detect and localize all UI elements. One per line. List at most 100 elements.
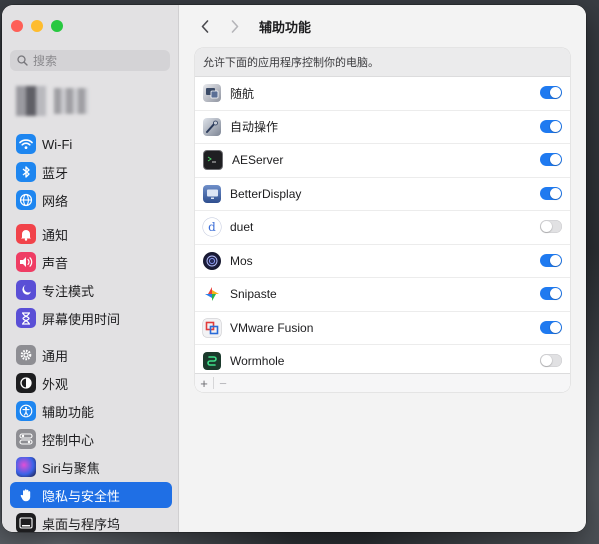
app-row-duet: d duet bbox=[195, 211, 570, 245]
duet-icon: d bbox=[203, 218, 221, 237]
sidebar-item-label: 通知 bbox=[42, 227, 69, 243]
mos-icon bbox=[203, 251, 221, 270]
app-row-mos: Mos bbox=[195, 245, 570, 278]
search-input[interactable]: 搜索 bbox=[10, 50, 170, 71]
sidebar-item-label: 蓝牙 bbox=[42, 165, 69, 181]
sidebar-item-label: 辅助功能 bbox=[42, 404, 95, 420]
app-name: BetterDisplay bbox=[230, 186, 302, 201]
forward-button[interactable] bbox=[225, 16, 245, 36]
app-toggle[interactable] bbox=[540, 220, 562, 233]
app-row-sidecar: 随航 bbox=[195, 77, 570, 111]
app-row-automator: 自动操作 bbox=[195, 111, 570, 144]
sidebar-item-label: 控制中心 bbox=[42, 432, 95, 448]
search-icon bbox=[17, 55, 28, 66]
app-name: 自动操作 bbox=[230, 120, 279, 135]
sidebar-item-privacy-security[interactable]: 隐私与安全性 bbox=[10, 482, 172, 508]
minimize-button[interactable] bbox=[31, 20, 43, 32]
app-toggle[interactable] bbox=[540, 253, 562, 267]
accessibility-icon bbox=[16, 401, 36, 421]
search-placeholder: 搜索 bbox=[33, 54, 58, 68]
app-name: duet bbox=[230, 220, 254, 235]
app-row-vmware: VMware Fusion bbox=[195, 312, 570, 345]
wifi-icon bbox=[16, 134, 36, 154]
app-toggle[interactable] bbox=[540, 354, 562, 367]
bluetooth-icon bbox=[16, 162, 36, 182]
appearance-icon bbox=[16, 373, 36, 393]
moon-icon bbox=[16, 280, 36, 300]
sidebar-item-network[interactable]: 网络 bbox=[10, 187, 172, 213]
chevron-left-icon bbox=[201, 19, 209, 33]
sidebar-group-network: Wi-Fi 蓝牙 网络 bbox=[10, 131, 172, 215]
sidebar-item-bluetooth[interactable]: 蓝牙 bbox=[10, 159, 172, 185]
sidebar-item-general[interactable]: 通用 bbox=[10, 342, 172, 368]
sidebar-item-label: 专注模式 bbox=[42, 283, 95, 299]
sidebar-item-focus[interactable]: 专注模式 bbox=[10, 277, 172, 303]
page-title: 辅助功能 bbox=[259, 19, 312, 35]
sidebar-item-label: 隐私与安全性 bbox=[42, 488, 121, 504]
main-content: 辅助功能 允许下面的应用程序控制你的电脑。 随航 自动操作 AEServer B… bbox=[179, 5, 586, 532]
hourglass-icon bbox=[16, 308, 36, 328]
avatar bbox=[16, 86, 46, 116]
app-name: AEServer bbox=[232, 153, 284, 168]
app-row-aeserver: AEServer bbox=[195, 144, 570, 178]
terminal-icon bbox=[203, 150, 223, 171]
app-name: Snipaste bbox=[230, 287, 277, 302]
sidebar-item-control-center[interactable]: 控制中心 bbox=[10, 426, 172, 452]
zoom-button[interactable] bbox=[51, 20, 63, 32]
sidebar-item-label: Wi-Fi bbox=[42, 136, 73, 152]
app-toggle[interactable] bbox=[540, 186, 562, 200]
speaker-icon bbox=[16, 252, 36, 272]
profile-name-blurred bbox=[54, 88, 88, 114]
dock-icon bbox=[16, 513, 36, 532]
sidebar-item-label: Siri与聚焦 bbox=[42, 460, 100, 476]
app-name: Mos bbox=[230, 253, 253, 268]
bell-icon bbox=[16, 224, 36, 244]
sidebar: 搜索 Wi-Fi 蓝牙 网络 通知 声音 专注模式 屏幕使用时间 通用 外观 辅… bbox=[2, 5, 179, 532]
sidebar-item-desktop-dock[interactable]: 桌面与程序坞 bbox=[10, 510, 172, 532]
snipaste-icon bbox=[203, 285, 221, 303]
sidebar-item-label: 屏幕使用时间 bbox=[42, 311, 121, 327]
panel-footer: + − bbox=[195, 373, 570, 392]
chevron-right-icon bbox=[231, 19, 239, 33]
sidebar-item-wifi[interactable]: Wi-Fi bbox=[10, 131, 172, 157]
gear-icon bbox=[16, 345, 36, 365]
sidebar-item-accessibility[interactable]: 辅助功能 bbox=[10, 398, 172, 424]
sidebar-group-notifications: 通知 声音 专注模式 屏幕使用时间 bbox=[10, 221, 172, 333]
panel-description: 允许下面的应用程序控制你的电脑。 bbox=[195, 48, 570, 77]
control-center-icon bbox=[16, 429, 36, 449]
sidebar-item-appearance[interactable]: 外观 bbox=[10, 370, 172, 396]
betterdisplay-icon bbox=[203, 184, 221, 203]
app-name: Wormhole bbox=[230, 354, 285, 369]
app-toggle[interactable] bbox=[540, 287, 562, 300]
sidecar-icon bbox=[203, 84, 221, 103]
app-toggle[interactable] bbox=[540, 153, 562, 166]
app-toggle[interactable] bbox=[540, 320, 562, 334]
app-row-betterdisplay: BetterDisplay bbox=[195, 178, 570, 211]
remove-app-button[interactable]: − bbox=[214, 376, 232, 391]
hand-icon bbox=[16, 485, 36, 505]
wormhole-icon bbox=[203, 352, 221, 371]
toolbar: 辅助功能 bbox=[195, 15, 311, 37]
apple-id-profile[interactable] bbox=[16, 85, 88, 117]
settings-window: 搜索 Wi-Fi 蓝牙 网络 通知 声音 专注模式 屏幕使用时间 通用 外观 辅… bbox=[2, 5, 586, 532]
sidebar-item-label: 外观 bbox=[42, 376, 69, 392]
automator-icon bbox=[203, 117, 221, 136]
app-toggle[interactable] bbox=[540, 86, 562, 99]
window-controls bbox=[11, 20, 63, 32]
vmware-icon bbox=[203, 318, 221, 337]
sidebar-group-system: 通用 外观 辅助功能 控制中心 Siri与聚焦 隐私与安全性 桌面与程序坞 bbox=[10, 342, 172, 532]
sidebar-item-label: 通用 bbox=[42, 348, 69, 364]
app-name: 随航 bbox=[230, 86, 255, 101]
close-button[interactable] bbox=[11, 20, 23, 32]
sidebar-item-notifications[interactable]: 通知 bbox=[10, 221, 172, 247]
accessibility-apps-panel: 允许下面的应用程序控制你的电脑。 随航 自动操作 AEServer Better… bbox=[195, 48, 570, 392]
sidebar-item-label: 声音 bbox=[42, 255, 69, 271]
app-toggle[interactable] bbox=[540, 119, 562, 133]
sidebar-item-screen-time[interactable]: 屏幕使用时间 bbox=[10, 305, 172, 331]
sidebar-item-label: 网络 bbox=[42, 193, 69, 209]
sidebar-item-label: 桌面与程序坞 bbox=[42, 516, 121, 532]
add-app-button[interactable]: + bbox=[195, 376, 213, 391]
back-button[interactable] bbox=[195, 16, 215, 36]
sidebar-item-sound[interactable]: 声音 bbox=[10, 249, 172, 275]
sidebar-item-siri-spotlight[interactable]: Siri与聚焦 bbox=[10, 454, 172, 480]
